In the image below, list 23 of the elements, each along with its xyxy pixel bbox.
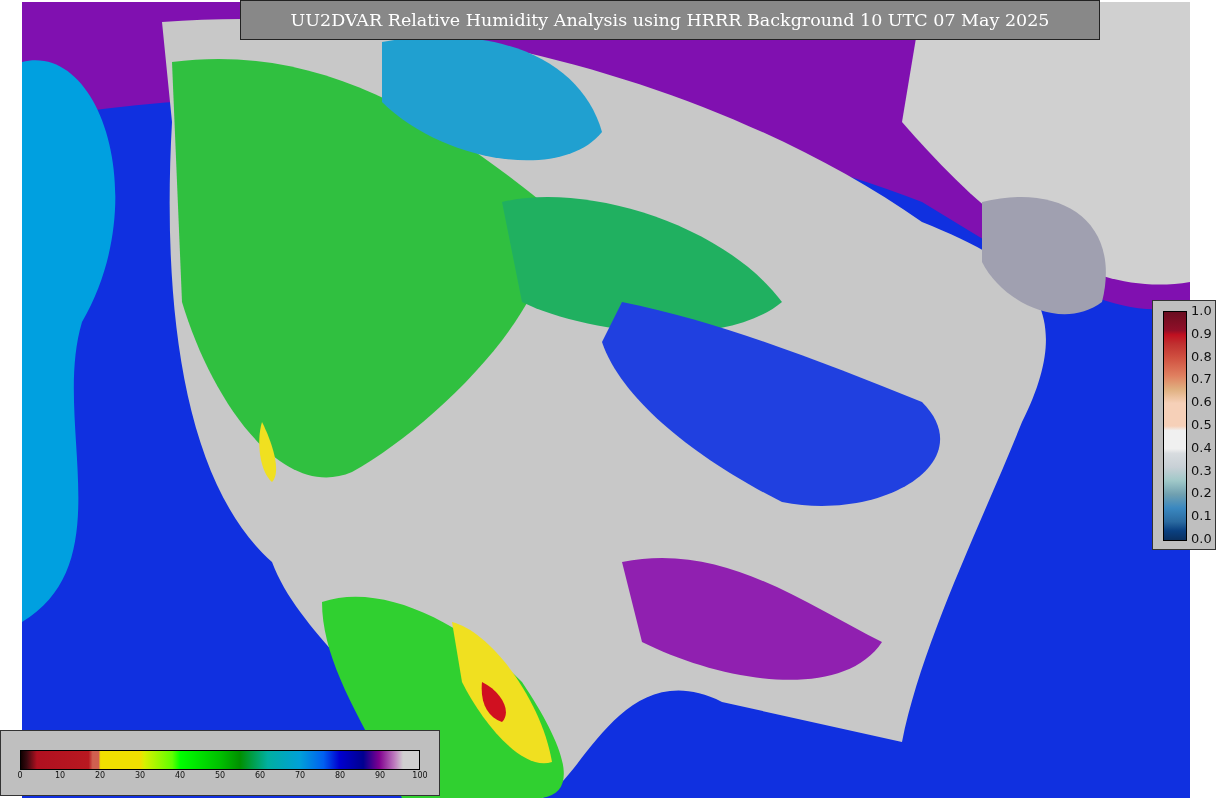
tick-label: 0 <box>16 771 24 780</box>
tick-label: 80 <box>333 771 347 780</box>
tick-label: 0.6 <box>1191 394 1212 411</box>
tick-label: 1.0 <box>1191 303 1212 319</box>
map-title: UU2DVAR Relative Humidity Analysis using HRRR Background 10 UTC 07 May 2025 <box>240 0 1100 40</box>
tick-label: 60 <box>253 771 267 780</box>
tick-label: 70 <box>293 771 307 780</box>
tick-label: 0.4 <box>1191 439 1212 456</box>
tick-label: 0.5 <box>1191 417 1212 433</box>
tick-label: 90 <box>373 771 387 780</box>
tick-label: 20 <box>93 771 107 780</box>
tick-label: 0.2 <box>1191 485 1212 502</box>
tick-label: 100 <box>411 771 429 780</box>
tick-label: 10 <box>53 771 67 780</box>
tick-label: 0.3 <box>1191 462 1212 479</box>
tick-label: 40 <box>173 771 187 780</box>
tick-label: 0.8 <box>1191 348 1212 365</box>
tick-label: 0.7 <box>1191 371 1212 388</box>
tick-label: 0.1 <box>1191 508 1212 525</box>
tick-label: 0.0 <box>1191 530 1212 547</box>
tick-label: 0.9 <box>1191 325 1212 342</box>
tick-label: 30 <box>133 771 147 780</box>
tick-label: 50 <box>213 771 227 780</box>
